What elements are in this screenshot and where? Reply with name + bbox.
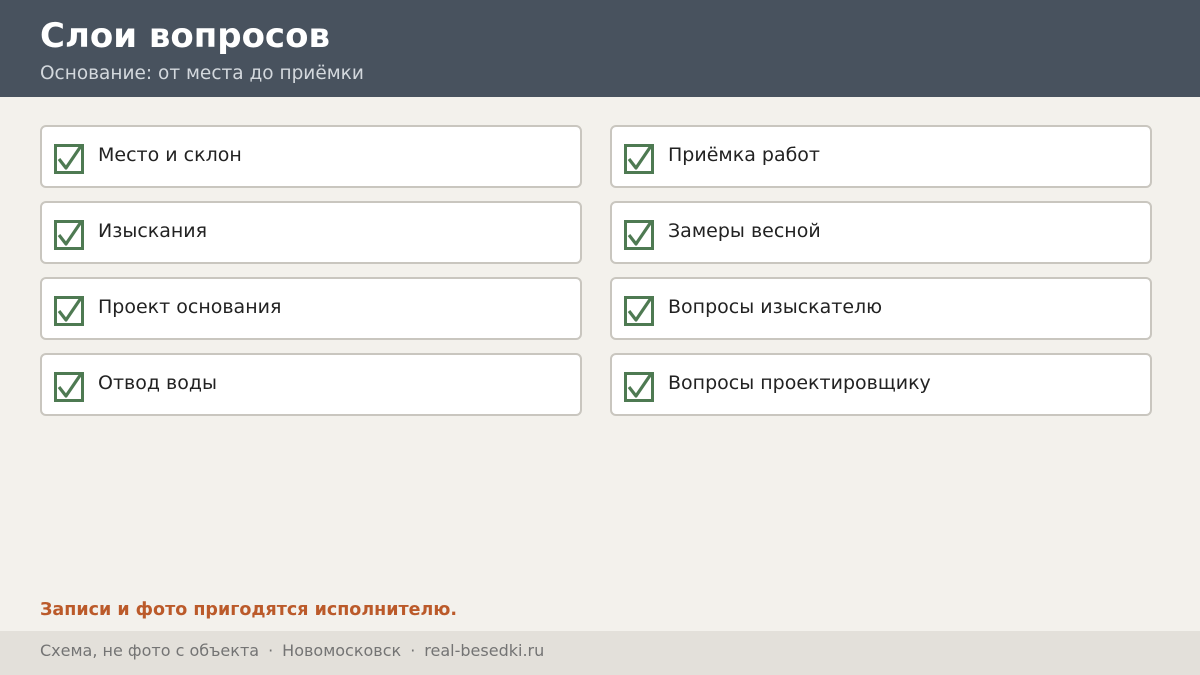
checkbox-checked-icon	[54, 296, 84, 326]
header: Слои вопросов Основание: от места до при…	[0, 0, 1200, 97]
checkbox-checked-icon	[624, 372, 654, 402]
checkbox-checked-icon	[624, 296, 654, 326]
checkbox-checked-icon	[624, 220, 654, 250]
checklist-item: Замеры весной	[610, 201, 1152, 264]
checklist-item: Проект основания	[40, 277, 582, 340]
footer-city: Новомосковск	[282, 641, 402, 660]
checklist-item-label: Отвод воды	[98, 372, 217, 394]
checklist-item: Вопросы проектировщику	[610, 353, 1152, 416]
checkbox-checked-icon	[54, 220, 84, 250]
checklist-item-label: Изыскания	[98, 220, 208, 242]
footer-caption: Схема, не фото с объекта	[40, 641, 260, 660]
footer-site-link: real-besedki.ru	[424, 641, 545, 660]
note-text: Записи и фото пригодятся исполнителю.	[40, 600, 457, 620]
checklist-item-label: Приёмка работ	[668, 144, 820, 166]
checklist-item: Вопросы изыскателю	[610, 277, 1152, 340]
footer: Схема, не фото с объекта · Новомосковск · re…	[0, 631, 1200, 675]
checkbox-checked-icon	[624, 144, 654, 174]
checklist-item: Изыскания	[40, 201, 582, 264]
checklist-item-label: Место и склон	[98, 144, 242, 166]
checklist-item-label: Проект основания	[98, 296, 282, 318]
checklist-item: Место и склон	[40, 125, 582, 188]
footer-text: Схема, не фото с объекта · Новомосковск · re…	[40, 640, 544, 662]
page-title: Слои вопросов	[40, 16, 330, 56]
checklist-item: Приёмка работ	[610, 125, 1152, 188]
checklist-item-label: Вопросы изыскателю	[668, 296, 883, 318]
page-subtitle: Основание: от места до приёмки	[40, 63, 364, 84]
footer-separator: ·	[268, 641, 274, 660]
checklist-item-label: Вопросы проектировщику	[668, 372, 931, 394]
checklist-item: Отвод воды	[40, 353, 582, 416]
checkbox-checked-icon	[54, 372, 84, 402]
checkbox-checked-icon	[54, 144, 84, 174]
footer-separator: ·	[410, 641, 416, 660]
checklist-item-label: Замеры весной	[668, 220, 821, 242]
